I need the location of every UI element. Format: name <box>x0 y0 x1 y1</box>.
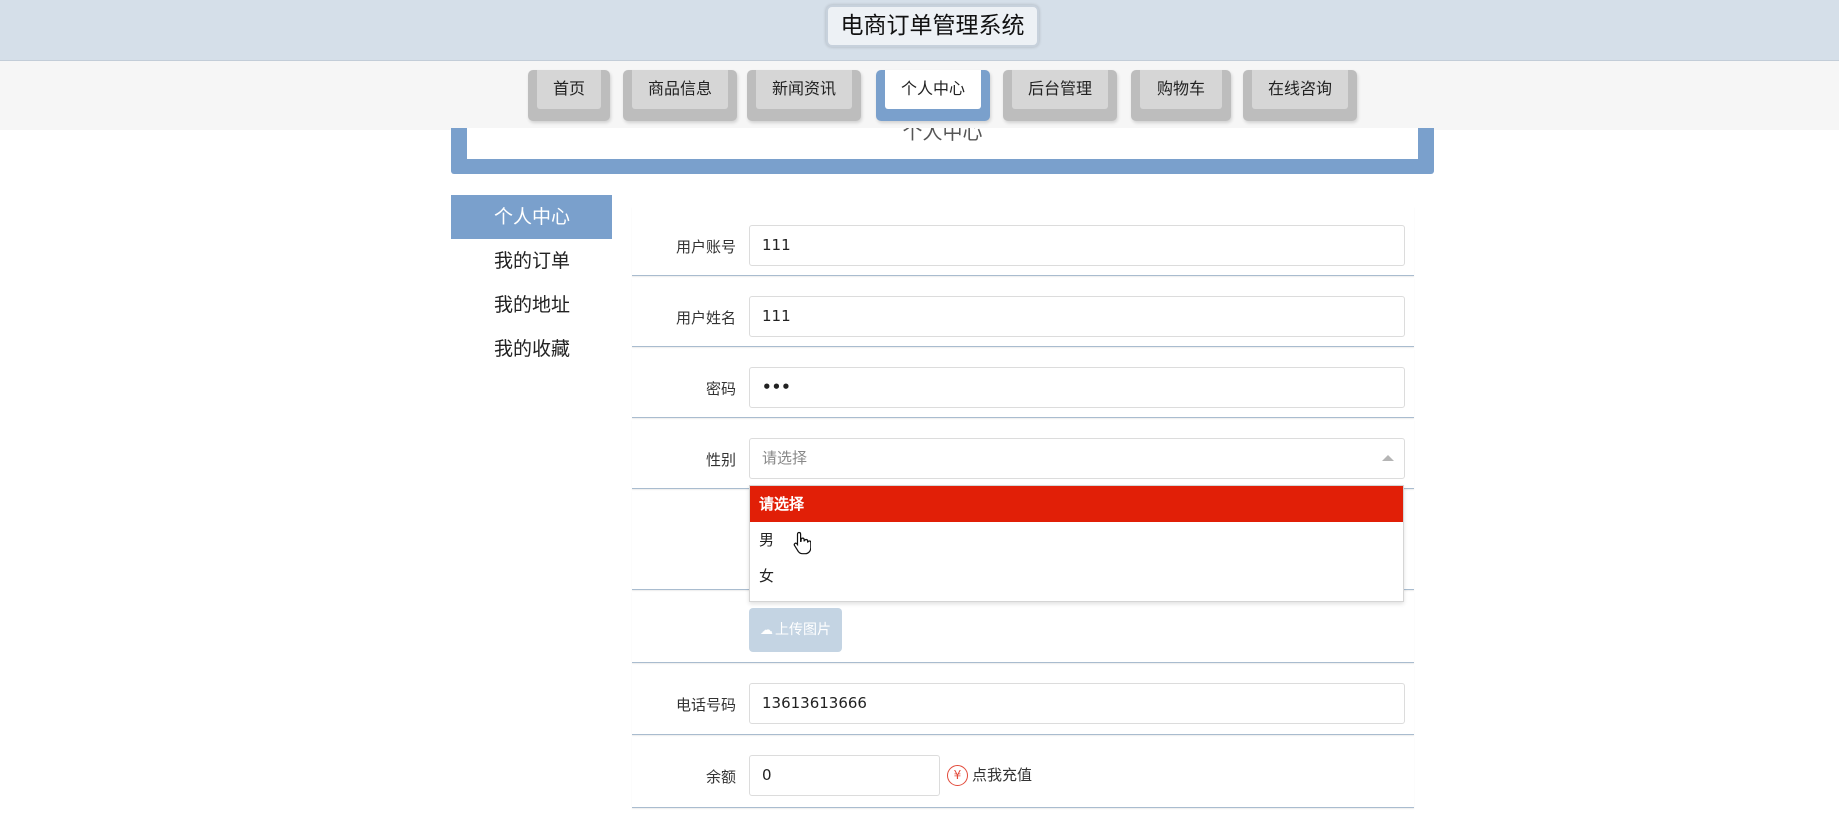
section-title: 个人中心 <box>902 128 983 144</box>
form-row-upload: ☁ 上传图片 <box>632 592 1414 663</box>
form-row-name: 用户姓名 111 <box>632 278 1414 347</box>
sidebar-item-my-favorites[interactable]: 我的收藏 <box>451 327 612 371</box>
password-input[interactable]: ••• <box>749 367 1405 408</box>
nav-item-label: 首页 <box>537 70 601 109</box>
nav-item-cart[interactable]: 购物车 <box>1131 70 1231 121</box>
sidebar-item-my-orders[interactable]: 我的订单 <box>451 239 612 283</box>
upload-image-button[interactable]: ☁ 上传图片 <box>749 608 842 652</box>
nav-item-label: 新闻资讯 <box>756 70 852 109</box>
gender-dropdown: 请选择 男 女 <box>749 485 1404 602</box>
header-bar: 电商订单管理系统 <box>0 0 1839 61</box>
form-row-account: 用户账号 111 <box>632 207 1414 276</box>
upload-button-label: 上传图片 <box>775 622 831 638</box>
account-label: 用户账号 <box>675 238 736 256</box>
caret-up-icon <box>1382 455 1394 461</box>
section-banner: 个人中心 <box>451 128 1434 174</box>
balance-label: 余额 <box>705 768 736 786</box>
gender-label: 性别 <box>705 451 736 469</box>
nav-item-home[interactable]: 首页 <box>528 70 610 121</box>
sidebar: 个人中心 我的订单 我的地址 我的收藏 <box>451 195 612 371</box>
nav-item-label: 后台管理 <box>1012 70 1108 109</box>
gender-option-female[interactable]: 女 <box>750 558 1403 594</box>
site-title: 电商订单管理系统 <box>826 5 1039 47</box>
form-row-phone: 电话号码 13613613666 <box>632 665 1414 735</box>
cloud-upload-icon: ☁ <box>760 623 773 638</box>
nav-item-personal-center[interactable]: 个人中心 <box>876 70 990 121</box>
nav-item-news[interactable]: 新闻资讯 <box>747 70 861 121</box>
recharge-link[interactable]: ¥ 点我充值 <box>947 763 1032 787</box>
nav-item-products[interactable]: 商品信息 <box>623 70 737 121</box>
password-label: 密码 <box>705 380 736 398</box>
nav-item-admin[interactable]: 后台管理 <box>1003 70 1117 121</box>
balance-input[interactable]: 0 <box>749 755 940 796</box>
recharge-label: 点我充值 <box>972 766 1033 784</box>
gender-select[interactable]: 请选择 <box>749 438 1405 479</box>
phone-input[interactable]: 13613613666 <box>749 683 1405 724</box>
phone-label: 电话号码 <box>675 696 736 714</box>
gender-option-placeholder[interactable]: 请选择 <box>750 486 1403 522</box>
hand-pointer-icon <box>793 531 811 555</box>
sidebar-item-personal-center[interactable]: 个人中心 <box>451 195 612 239</box>
nav-item-label: 个人中心 <box>885 70 981 109</box>
name-label: 用户姓名 <box>675 309 736 327</box>
form-row-password: 密码 ••• <box>632 349 1414 418</box>
account-input[interactable]: 111 <box>749 225 1405 266</box>
sidebar-item-my-address[interactable]: 我的地址 <box>451 283 612 327</box>
form-row-balance: 余额 0 ¥ 点我充值 <box>632 737 1414 808</box>
gender-option-male[interactable]: 男 <box>750 522 1403 558</box>
name-input[interactable]: 111 <box>749 296 1405 337</box>
main-nav: 首页 商品信息 新闻资讯 个人中心 后台管理 购物车 在线咨询 <box>0 61 1839 130</box>
nav-item-label: 购物车 <box>1140 70 1222 109</box>
nav-item-label: 商品信息 <box>632 70 728 109</box>
nav-item-online-consult[interactable]: 在线咨询 <box>1243 70 1357 121</box>
form-row-gender: 性别 请选择 <box>632 420 1414 489</box>
nav-item-label: 在线咨询 <box>1252 70 1348 109</box>
yen-icon: ¥ <box>947 765 968 786</box>
gender-select-value: 请选择 <box>762 449 808 467</box>
